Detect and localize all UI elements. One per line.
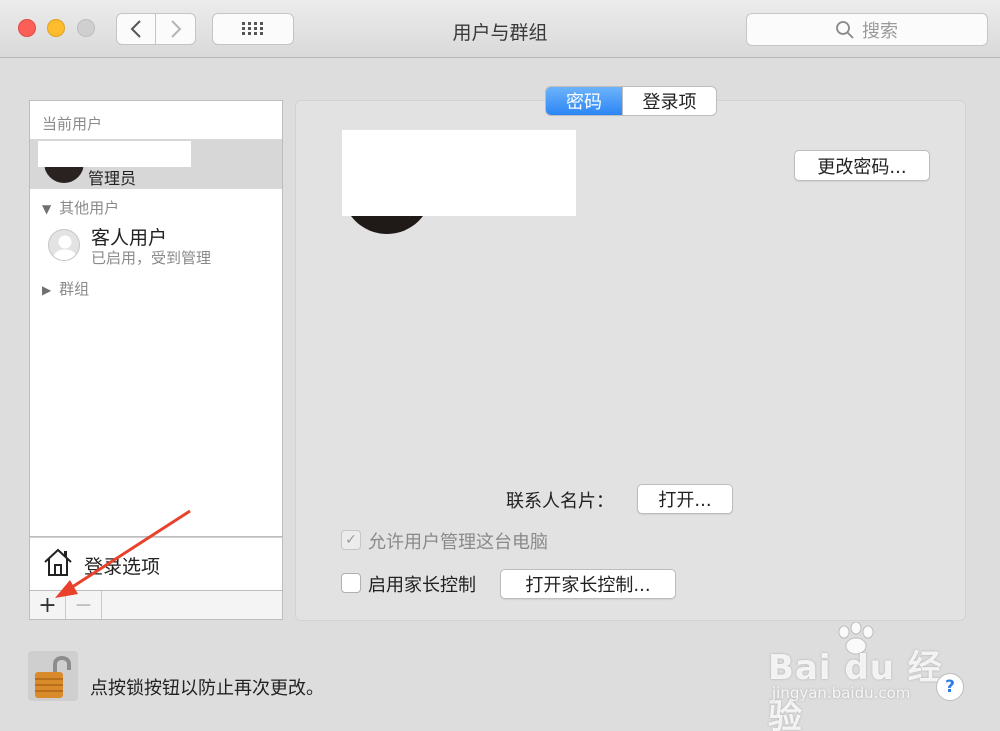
parental-controls-checkbox[interactable]: [341, 573, 361, 593]
contact-card-label: 联系人名片：: [506, 491, 614, 512]
user-silhouette-icon: [52, 235, 78, 260]
close-button[interactable]: [18, 19, 36, 37]
groups-header: 群组: [59, 280, 90, 298]
redacted-name: [38, 141, 191, 167]
disclosure-down-icon: ▼: [42, 202, 52, 216]
search-icon: [836, 20, 854, 39]
allow-admin-checkbox[interactable]: ✓: [341, 530, 361, 550]
zoom-button[interactable]: [77, 19, 95, 37]
open-parental-controls-button[interactable]: 打开家长控制...: [500, 569, 676, 599]
disclosure-right-icon: ▶: [42, 283, 52, 297]
search-input[interactable]: 搜索: [746, 13, 988, 46]
guest-user-name[interactable]: 客人用户: [91, 223, 167, 250]
tab-bar: 密码 登录项: [545, 86, 717, 116]
login-options-label: 登录选项: [84, 556, 161, 578]
parental-controls-label: 启用家长控制: [368, 575, 476, 596]
user-list: 当前用户 管理员 ▼ 其他用户 客人用户 已启用，受到管理 ▶ 群组: [29, 100, 283, 537]
user-role-label: 管理员: [88, 169, 137, 188]
add-user-button[interactable]: +: [30, 591, 66, 619]
search-placeholder: 搜索: [862, 20, 898, 42]
other-users-disclosure[interactable]: ▼ 其他用户: [42, 197, 119, 218]
minimize-button[interactable]: [47, 19, 65, 37]
tab-password[interactable]: 密码: [546, 87, 622, 115]
change-password-button[interactable]: 更改密码...: [794, 150, 930, 181]
allow-admin-label: 允许用户管理这台电脑: [368, 532, 548, 553]
redacted-user-info: [342, 130, 576, 216]
open-contact-card-button[interactable]: 打开...: [637, 484, 733, 514]
groups-disclosure[interactable]: ▶ 群组: [42, 278, 89, 299]
tab-login-items[interactable]: 登录项: [622, 87, 716, 115]
add-remove-bar: + −: [29, 591, 283, 620]
current-user-item[interactable]: 管理员: [30, 139, 282, 189]
other-users-header: 其他用户: [59, 199, 120, 217]
help-button[interactable]: ?: [936, 673, 964, 701]
guest-avatar: [48, 229, 80, 261]
baidu-jingyan-watermark: Bai du 经验 jingyan.baidu.com: [768, 622, 948, 731]
forward-button[interactable]: [156, 13, 196, 45]
current-users-header: 当前用户: [42, 115, 103, 133]
remove-user-button[interactable]: −: [66, 591, 102, 619]
login-options-item[interactable]: 登录选项: [29, 537, 283, 591]
house-icon: [44, 548, 72, 576]
back-button[interactable]: [116, 13, 156, 45]
watermark-url: jingyan.baidu.com: [772, 684, 911, 702]
title-bar: 用户与群组 搜索: [0, 0, 1000, 58]
guest-user-status: 已启用，受到管理: [91, 249, 212, 267]
unlocked-padlock-icon[interactable]: [27, 650, 79, 702]
lock-message: 点按锁按钮以防止再次更改。: [90, 678, 324, 699]
chevron-right-icon: [170, 20, 181, 38]
grid-icon: [242, 22, 263, 35]
chevron-left-icon: [130, 20, 141, 38]
show-all-button[interactable]: [212, 13, 294, 45]
checkmark-icon: ✓: [345, 532, 357, 548]
